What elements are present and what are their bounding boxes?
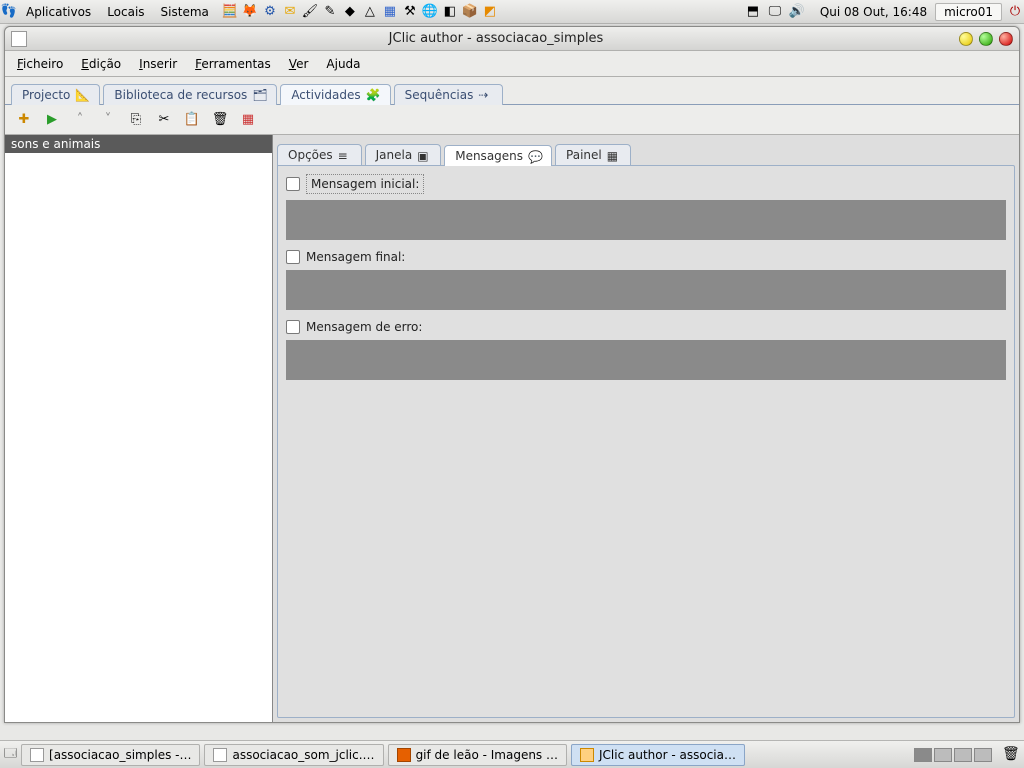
label-error-message: Mensagem de erro: xyxy=(306,320,422,334)
menu-ver[interactable]: Ver xyxy=(289,57,309,71)
messages-icon: 💬 xyxy=(528,150,541,163)
folder-icon xyxy=(213,748,227,762)
resources-icon: 🗂 xyxy=(252,88,266,102)
clock[interactable]: Qui 08 Out, 16:48 xyxy=(812,5,935,19)
label-final-message: Mensagem final: xyxy=(306,250,405,264)
menu-ficheiro[interactable]: Ficheiro xyxy=(17,57,63,71)
gnome-menu-places[interactable]: Locais xyxy=(99,5,152,19)
menubar: Ficheiro Edição Inserir Ferramentas Ver … xyxy=(5,51,1019,77)
move-down-button[interactable]: ˅ xyxy=(99,111,117,129)
gimp-icon[interactable]: 🖌 xyxy=(301,3,319,21)
gnome-foot-icon: 👣 xyxy=(0,3,18,21)
cut-button[interactable]: ✂ xyxy=(155,111,173,129)
grid-button[interactable]: ▦ xyxy=(239,111,257,129)
play-button[interactable]: ▶ xyxy=(43,111,61,129)
trash-icon[interactable]: 🗑 xyxy=(1002,746,1020,764)
tab-opcoes[interactable]: Opções≡ xyxy=(277,144,362,165)
terminal-icon[interactable]: ◧ xyxy=(441,3,459,21)
activities-list[interactable]: sons e animais xyxy=(5,135,273,722)
menu-edicao[interactable]: Edição xyxy=(81,57,121,71)
tab-biblioteca[interactable]: Biblioteca de recursos🗂 xyxy=(103,84,277,105)
table-icon[interactable]: ▦ xyxy=(381,3,399,21)
kdevelop-icon[interactable]: ⚒ xyxy=(401,3,419,21)
editor-tabs: Opções≡ Janela▣ Mensagens💬 Painel▦ xyxy=(277,139,1015,165)
checkbox-error-message[interactable] xyxy=(286,320,300,334)
error-message-area[interactable] xyxy=(286,340,1006,380)
copy-button[interactable]: ⎘ xyxy=(127,111,145,129)
checkbox-final-message[interactable] xyxy=(286,250,300,264)
tab-projecto[interactable]: Projecto📐 xyxy=(11,84,100,105)
inkscape-icon[interactable]: ◆ xyxy=(341,3,359,21)
label-initial-message: Mensagem inicial: xyxy=(306,174,424,194)
display-icon[interactable]: 🖵 xyxy=(766,3,784,21)
jclic-icon[interactable]: ◩ xyxy=(481,3,499,21)
tab-mensagens[interactable]: Mensagens💬 xyxy=(444,145,552,166)
new-activity-button[interactable]: ✚ xyxy=(15,111,33,129)
panel-icon: ▦ xyxy=(607,149,620,162)
task-firefox[interactable]: gif de leão - Imagens … xyxy=(388,744,567,766)
calc-icon[interactable]: 🧮 xyxy=(221,3,239,21)
update-icon[interactable]: ⬒ xyxy=(744,3,762,21)
minimize-button[interactable] xyxy=(959,32,973,46)
initial-message-area[interactable] xyxy=(286,200,1006,240)
tab-janela[interactable]: Janela▣ xyxy=(365,144,442,165)
package-icon[interactable]: 📦 xyxy=(461,3,479,21)
tab-actividades[interactable]: Actividades🧩 xyxy=(280,84,390,105)
workspace-3[interactable] xyxy=(954,748,972,762)
window-title: JClic author - associacao_simples xyxy=(33,31,959,46)
system-tray: ⬒ 🖵 🔊 xyxy=(738,3,812,21)
move-up-button[interactable]: ˄ xyxy=(71,111,89,129)
tab-sequencias[interactable]: Sequências⇢ xyxy=(394,84,504,105)
volume-icon[interactable]: 🔊 xyxy=(788,3,806,21)
app-window: JClic author - associacao_simples Fichei… xyxy=(4,26,1020,723)
close-button[interactable] xyxy=(999,32,1013,46)
tab-painel[interactable]: Painel▦ xyxy=(555,144,631,165)
gnome-menu-applications[interactable]: Aplicativos xyxy=(18,5,99,19)
app-icon xyxy=(11,31,27,47)
main-tabs: Projecto📐 Biblioteca de recursos🗂 Activi… xyxy=(5,77,1019,105)
firefox-icon[interactable]: 🦊 xyxy=(241,3,259,21)
workspace-2[interactable] xyxy=(934,748,952,762)
options-icon: ≡ xyxy=(338,149,351,162)
hostname[interactable]: micro01 xyxy=(935,3,1002,21)
body-split: sons e animais Opções≡ Janela▣ Mensagens… xyxy=(5,135,1019,722)
shutdown-icon[interactable]: ⏻ xyxy=(1006,3,1024,21)
jclic-task-icon xyxy=(580,748,594,762)
workspace-1[interactable] xyxy=(914,748,932,762)
titlebar[interactable]: JClic author - associacao_simples xyxy=(5,27,1019,51)
task-jclic[interactable]: JClic author - associa… xyxy=(571,744,745,766)
gnome-menu-system[interactable]: Sistema xyxy=(153,5,217,19)
paste-button[interactable]: 📋 xyxy=(183,111,201,129)
activity-editor: Opções≡ Janela▣ Mensagens💬 Painel▦ Mensa… xyxy=(273,135,1019,722)
task-gedit[interactable]: [associacao_simples -… xyxy=(21,744,200,766)
show-desktop-icon[interactable]: 🗔 xyxy=(4,744,17,765)
activities-toolbar: ✚ ▶ ˄ ˅ ⎘ ✂ 📋 🗑 ▦ xyxy=(5,105,1019,135)
workspace-switcher[interactable] xyxy=(914,748,992,762)
project-icon: 📐 xyxy=(75,88,89,102)
activities-icon: 🧩 xyxy=(366,88,380,102)
final-message-area[interactable] xyxy=(286,270,1006,310)
kig-icon[interactable]: △ xyxy=(361,3,379,21)
window-icon: ▣ xyxy=(417,149,430,162)
task-nautilus[interactable]: associacao_som_jclic.… xyxy=(204,744,383,766)
delete-button[interactable]: 🗑 xyxy=(211,111,229,129)
menu-ferramentas[interactable]: Ferramentas xyxy=(195,57,271,71)
text-editor-icon xyxy=(30,748,44,762)
menu-ajuda[interactable]: Ajuda xyxy=(326,57,360,71)
firefox-task-icon xyxy=(397,748,411,762)
maximize-button[interactable] xyxy=(979,32,993,46)
list-item[interactable]: sons e animais xyxy=(5,135,272,153)
gnome-bottom-panel: 🗔 [associacao_simples -… associacao_som_… xyxy=(0,740,1024,768)
scribus-icon[interactable]: ✎ xyxy=(321,3,339,21)
globe-icon[interactable]: 🌐 xyxy=(421,3,439,21)
checkbox-initial-message[interactable] xyxy=(286,177,300,191)
amsn-icon[interactable]: ✉ xyxy=(281,3,299,21)
menu-inserir[interactable]: Inserir xyxy=(139,57,177,71)
gnome-top-panel: 👣 Aplicativos Locais Sistema 🧮 🦊 ⚙ ✉ 🖌 ✎… xyxy=(0,0,1024,24)
messages-panel: Mensagem inicial: Mensagem final: Mensag… xyxy=(277,165,1015,718)
launcher-icons: 🧮 🦊 ⚙ ✉ 🖌 ✎ ◆ △ ▦ ⚒ 🌐 ◧ 📦 ◩ xyxy=(217,3,503,21)
sequences-icon: ⇢ xyxy=(478,88,492,102)
workspace-4[interactable] xyxy=(974,748,992,762)
kde-icon[interactable]: ⚙ xyxy=(261,3,279,21)
